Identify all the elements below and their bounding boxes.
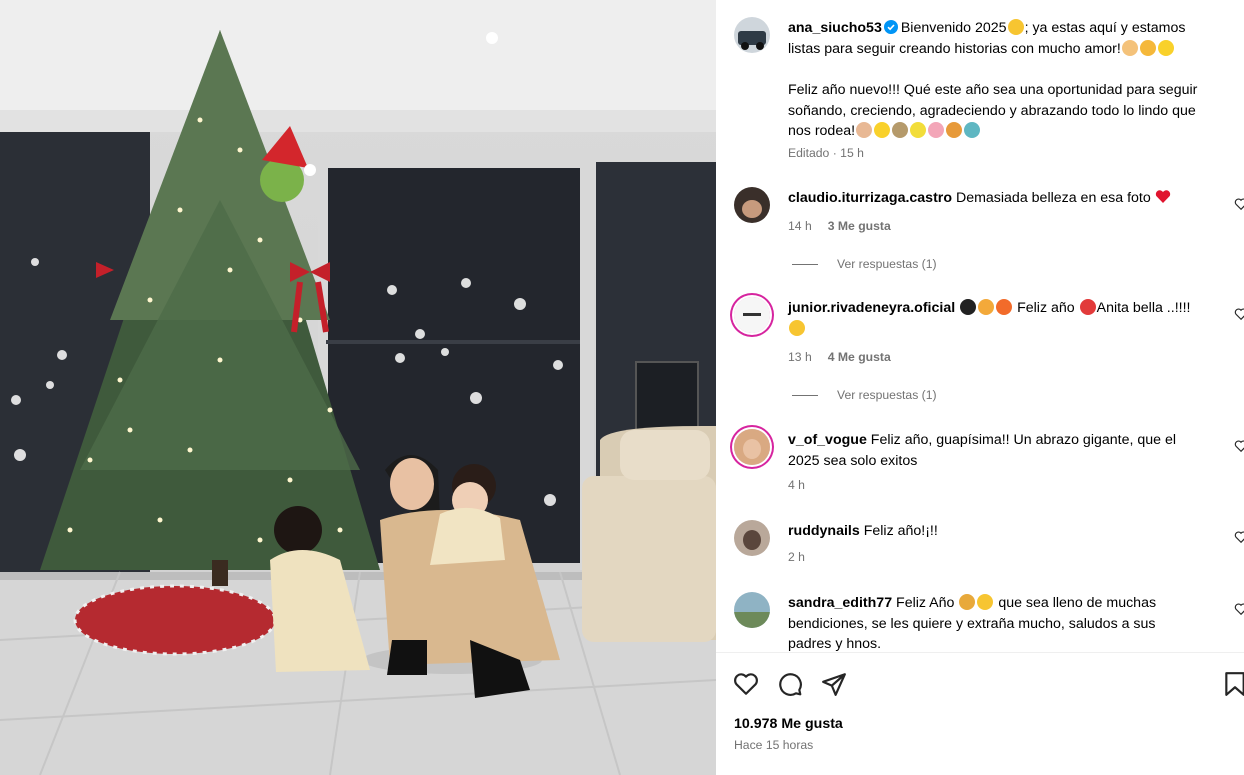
pray-emoji-icon: [856, 122, 873, 138]
post-side-panel: ana_siucho53 Bienvenido 2025; ya estas aq…: [716, 0, 1244, 775]
comment-meta: 13 h4 Me gusta: [788, 350, 891, 364]
post-edited-time: Editado · 15 h: [788, 146, 864, 160]
post-photo[interactable]: [0, 0, 716, 775]
lemon-emoji-icon: [910, 122, 927, 138]
replies-divider: [792, 263, 818, 265]
partying-face-emoji-icon: [977, 594, 994, 610]
view-replies-button[interactable]: Ver respuestas (1): [792, 388, 937, 402]
comment-avatar[interactable]: [734, 520, 770, 556]
post-caption-paragraph-2: Feliz año nuevo!!! Qué este año sea una …: [788, 82, 1198, 139]
black-heart-emoji-icon: [960, 299, 977, 315]
verified-badge-icon: [883, 20, 898, 34]
chick-emoji-icon: [1139, 39, 1156, 56]
comment-like-heart-icon[interactable]: [1234, 602, 1244, 616]
flower-emoji-icon: [928, 122, 945, 138]
comment-icon[interactable]: [777, 671, 803, 697]
comment-time: 4 h: [788, 478, 805, 492]
heart-icon[interactable]: [733, 671, 759, 697]
author-avatar[interactable]: [734, 17, 770, 53]
comment-like-heart-icon[interactable]: [1234, 197, 1244, 211]
comment-text: v_of_vogue Feliz año, guapísima!! Un abr…: [788, 432, 1177, 469]
turtle-emoji-icon: [964, 122, 981, 138]
comment-like-heart-icon[interactable]: [1234, 530, 1244, 544]
view-replies-button[interactable]: Ver respuestas (1): [792, 257, 937, 271]
sparkle-emoji-icon: [1007, 19, 1024, 35]
comment-like-heart-icon[interactable]: [1234, 307, 1244, 321]
comment-avatar[interactable]: [734, 187, 770, 223]
comment-like-heart-icon[interactable]: [1234, 439, 1244, 453]
comment-time: 2 h: [788, 550, 805, 564]
author-username[interactable]: ana_siucho53: [788, 20, 882, 36]
bookmark-icon[interactable]: [1222, 671, 1244, 697]
fire-emoji-icon: [996, 299, 1013, 315]
party-popper-emoji-icon: [959, 594, 976, 610]
comment-likes-count[interactable]: 4 Me gusta: [828, 350, 891, 364]
comment-username[interactable]: v_of_vogue: [788, 432, 867, 448]
replies-divider: [792, 394, 818, 396]
christmas-photo-illustration: [0, 0, 716, 775]
comment-username[interactable]: sandra_edith77: [788, 595, 892, 611]
yellow-heart-emoji-icon: [1157, 39, 1174, 56]
honey-pot-emoji-icon: [946, 122, 963, 138]
heart-eyes-emoji-icon: [789, 319, 805, 336]
hatching-chick-emoji-icon: [1121, 39, 1138, 56]
comment-avatar[interactable]: [734, 297, 770, 333]
comment-text: junior.rivadeneyra.oficial Feliz año Ani…: [788, 298, 1228, 339]
comment-likes-count[interactable]: 3 Me gusta: [828, 219, 891, 233]
comment-text: sandra_edith77 Feliz Año que sea lleno d…: [788, 594, 1157, 652]
comment-text: claudio.iturrizaga.castro Demasiada bell…: [788, 188, 1228, 209]
comment-meta: 14 h3 Me gusta: [788, 219, 891, 233]
red-heart-emoji-icon: [1155, 190, 1170, 203]
post-action-bar: [716, 652, 1244, 775]
comments-scroll-area[interactable]: ana_siucho53 Bienvenido 2025; ya estas aq…: [716, 0, 1244, 652]
comment-text: ruddynails Feliz año!¡!!: [788, 523, 938, 539]
share-icon[interactable]: [821, 671, 847, 697]
yellow-heart-emoji-icon: [874, 122, 891, 138]
comment-username[interactable]: junior.rivadeneyra.oficial: [788, 300, 955, 316]
comment-username[interactable]: ruddynails: [788, 523, 860, 539]
likes-count[interactable]: 10.978 Me gusta: [734, 716, 843, 732]
butterfly-emoji-icon: [892, 122, 909, 138]
comment-avatar[interactable]: [734, 429, 770, 465]
post-timestamp[interactable]: Hace 15 horas: [734, 738, 813, 752]
post-caption: ana_siucho53 Bienvenido 2025; ya estas aq…: [788, 19, 1186, 57]
comment-avatar[interactable]: [734, 592, 770, 628]
comment-username[interactable]: claudio.iturrizaga.castro: [788, 190, 952, 206]
raising-hands-emoji-icon: [978, 299, 995, 315]
balloon-emoji-icon: [1079, 299, 1096, 315]
